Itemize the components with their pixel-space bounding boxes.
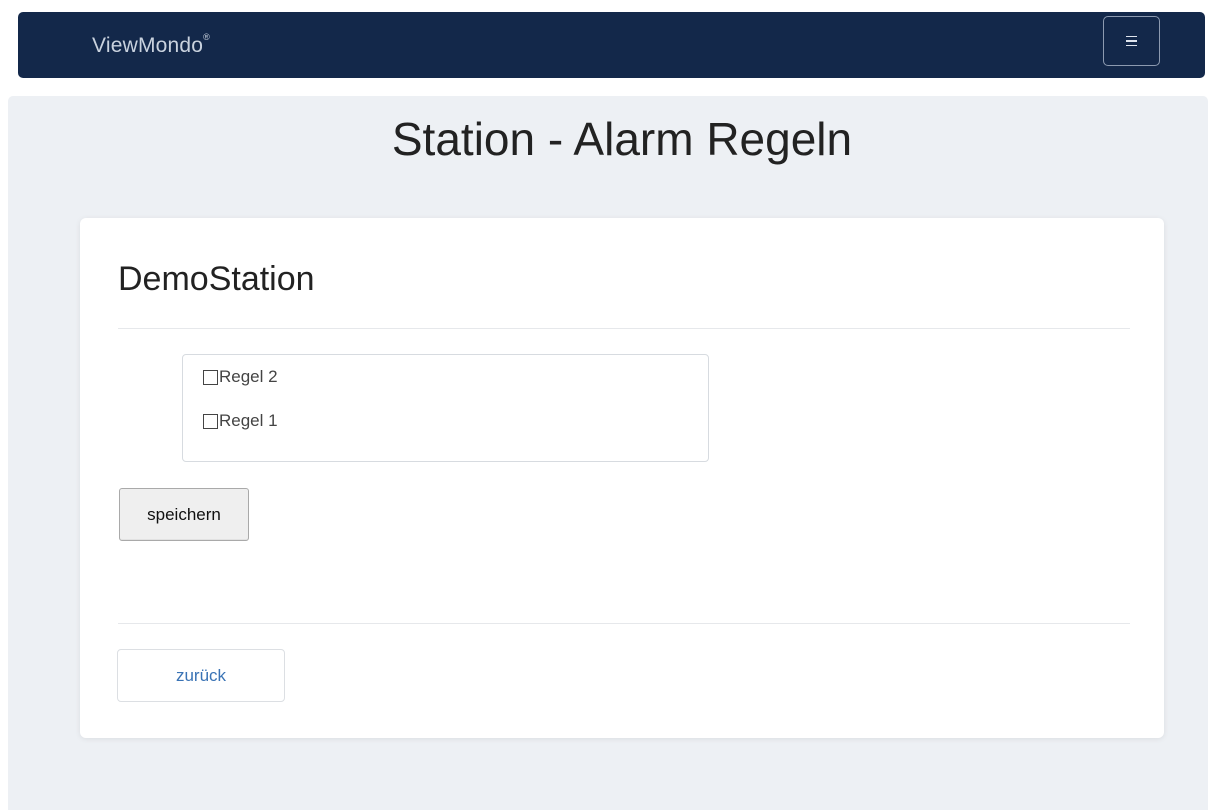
registered-mark: ® <box>203 32 210 42</box>
save-button[interactable]: speichern <box>119 488 249 541</box>
rules-list: Regel 2 Regel 1 <box>182 354 709 462</box>
page-title: Station - Alarm Regeln <box>391 113 853 165</box>
rule-checkbox[interactable] <box>203 369 218 385</box>
brand-name: ViewMondo <box>92 34 204 57</box>
divider <box>118 623 1130 624</box>
rule-item-regel-1[interactable]: Regel 1 <box>203 410 708 432</box>
brand-logo[interactable]: ViewMondo® <box>92 32 210 58</box>
hamburger-icon <box>1126 35 1137 47</box>
menu-toggle-button[interactable] <box>1103 16 1160 66</box>
station-name: DemoStation <box>118 260 315 298</box>
rule-item-regel-2[interactable]: Regel 2 <box>203 366 708 388</box>
back-button[interactable]: zurück <box>117 649 285 702</box>
rule-label: Regel 2 <box>219 367 278 386</box>
rule-label: Regel 1 <box>219 411 278 430</box>
divider <box>118 328 1130 329</box>
top-navbar: ViewMondo® <box>18 12 1205 78</box>
station-panel: DemoStation Regel 2 Regel 1 speichern zu… <box>80 218 1164 738</box>
rule-checkbox[interactable] <box>203 413 218 429</box>
